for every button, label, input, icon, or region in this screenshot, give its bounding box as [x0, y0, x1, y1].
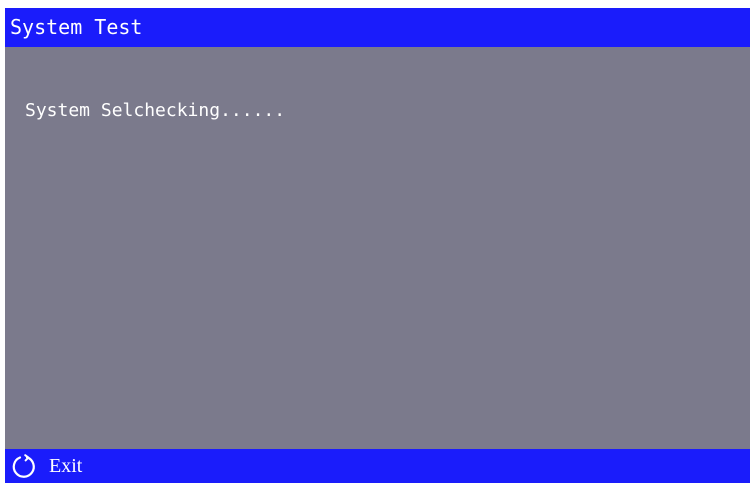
exit-label: Exit [49, 455, 83, 477]
title-bar: System Test [5, 8, 750, 47]
exit-button[interactable]: Exit [11, 451, 82, 481]
system-test-screen: System Test System Selchecking...... Exi… [5, 8, 750, 483]
bottom-bar: Exit [5, 449, 750, 483]
window-title: System Test [10, 15, 143, 39]
main-content: System Selchecking...... [5, 47, 750, 448]
refresh-icon [12, 454, 35, 478]
status-text: System Selchecking...... [25, 100, 286, 121]
